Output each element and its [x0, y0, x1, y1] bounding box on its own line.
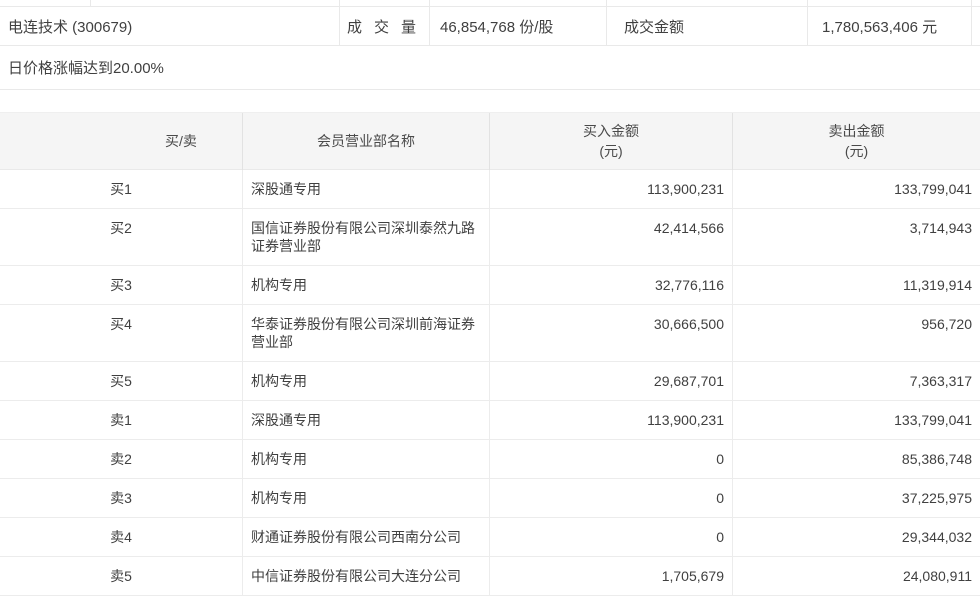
- buy-amount-unit: (元): [599, 141, 622, 161]
- stock-name-code: 电连技术 (300679): [0, 7, 340, 45]
- table-row: 卖4 财通证券股份有限公司西南分公司 0 29,344,032: [0, 518, 980, 557]
- seat-rank: 买5: [0, 362, 243, 400]
- broker-seats-table: 买/卖 会员营业部名称 买入金额 (元) 卖出金额 (元) 买1 深股通专用 1…: [0, 112, 980, 596]
- buy-amount: 0: [490, 440, 733, 478]
- sell-amount: 11,319,914: [733, 266, 980, 304]
- sell-amount: 85,386,748: [733, 440, 980, 478]
- seat-rank: 买1: [0, 170, 243, 208]
- buy-amount: 113,900,231: [490, 170, 733, 208]
- branch-name: 机构专用: [243, 362, 490, 400]
- sell-amount-label: 卖出金额: [829, 121, 885, 141]
- buy-amount: 0: [490, 518, 733, 556]
- sell-amount: 133,799,041: [733, 401, 980, 439]
- column-header-sell-amount: 卖出金额 (元): [733, 113, 980, 170]
- cutoff-row-above: [0, 0, 980, 7]
- branch-name: 深股通专用: [243, 170, 490, 208]
- seat-rank: 买4: [0, 305, 243, 361]
- column-header-branch-name: 会员营业部名称: [243, 113, 490, 170]
- buy-amount: 1,705,679: [490, 557, 733, 595]
- table-header-row: 买/卖 会员营业部名称 买入金额 (元) 卖出金额 (元): [0, 112, 980, 170]
- buy-amount: 42,414,566: [490, 209, 733, 265]
- turnover-label: 成交金额: [607, 7, 808, 45]
- seat-rank: 卖1: [0, 401, 243, 439]
- sell-amount: 133,799,041: [733, 170, 980, 208]
- sell-amount: 3,714,943: [733, 209, 980, 265]
- cutoff-cell: [607, 0, 808, 6]
- buy-amount: 32,776,116: [490, 266, 733, 304]
- cutoff-cell: [91, 0, 340, 6]
- table-row: 买2 国信证券股份有限公司深圳泰然九路证券营业部 42,414,566 3,71…: [0, 209, 980, 266]
- volume-label: 成交量: [340, 7, 430, 45]
- branch-name: 华泰证券股份有限公司深圳前海证券营业部: [243, 305, 490, 361]
- volume-value: 46,854,768 份/股: [430, 7, 607, 45]
- seat-rank: 卖4: [0, 518, 243, 556]
- table-row: 买1 深股通专用 113,900,231 133,799,041: [0, 170, 980, 209]
- seat-rank: 卖5: [0, 557, 243, 595]
- seat-rank: 卖3: [0, 479, 243, 517]
- turnover-value: 1,780,563,406 元: [808, 7, 972, 45]
- sell-amount: 37,225,975: [733, 479, 980, 517]
- branch-name: 中信证券股份有限公司大连分公司: [243, 557, 490, 595]
- table-row: 卖2 机构专用 0 85,386,748: [0, 440, 980, 479]
- price-limit-notice: 日价格涨幅达到20.00%: [0, 46, 980, 90]
- column-header-side-label: 买/卖: [165, 131, 197, 151]
- branch-name: 深股通专用: [243, 401, 490, 439]
- table-row: 买5 机构专用 29,687,701 7,363,317: [0, 362, 980, 401]
- column-header-side: 买/卖: [0, 113, 243, 170]
- buy-amount: 0: [490, 479, 733, 517]
- branch-name: 机构专用: [243, 479, 490, 517]
- seat-rank: 买2: [0, 209, 243, 265]
- branch-name: 机构专用: [243, 440, 490, 478]
- sell-amount-unit: (元): [845, 141, 868, 161]
- sell-amount: 7,363,317: [733, 362, 980, 400]
- column-header-branch-label: 会员营业部名称: [317, 131, 415, 151]
- sell-amount: 29,344,032: [733, 518, 980, 556]
- table-row: 卖3 机构专用 0 37,225,975: [0, 479, 980, 518]
- seat-rank: 卖2: [0, 440, 243, 478]
- table-row: 买3 机构专用 32,776,116 11,319,914: [0, 266, 980, 305]
- spacer: [0, 90, 980, 112]
- branch-name: 机构专用: [243, 266, 490, 304]
- stock-summary-row: 电连技术 (300679) 成交量 46,854,768 份/股 成交金额 1,…: [0, 7, 980, 46]
- branch-name: 国信证券股份有限公司深圳泰然九路证券营业部: [243, 209, 490, 265]
- seat-rank: 买3: [0, 266, 243, 304]
- cutoff-cell: [0, 0, 91, 6]
- branch-name: 财通证券股份有限公司西南分公司: [243, 518, 490, 556]
- buy-amount: 113,900,231: [490, 401, 733, 439]
- table-row: 买4 华泰证券股份有限公司深圳前海证券营业部 30,666,500 956,72…: [0, 305, 980, 362]
- cutoff-cell: [430, 0, 607, 6]
- buy-amount-label: 买入金额: [583, 121, 639, 141]
- table-row: 卖1 深股通专用 113,900,231 133,799,041: [0, 401, 980, 440]
- column-header-buy-amount: 买入金额 (元): [490, 113, 733, 170]
- sell-amount: 24,080,911: [733, 557, 980, 595]
- sell-amount: 956,720: [733, 305, 980, 361]
- buy-amount: 30,666,500: [490, 305, 733, 361]
- cutoff-cell: [808, 0, 972, 6]
- buy-amount: 29,687,701: [490, 362, 733, 400]
- table-row: 卖5 中信证券股份有限公司大连分公司 1,705,679 24,080,911: [0, 557, 980, 596]
- cutoff-cell: [340, 0, 430, 6]
